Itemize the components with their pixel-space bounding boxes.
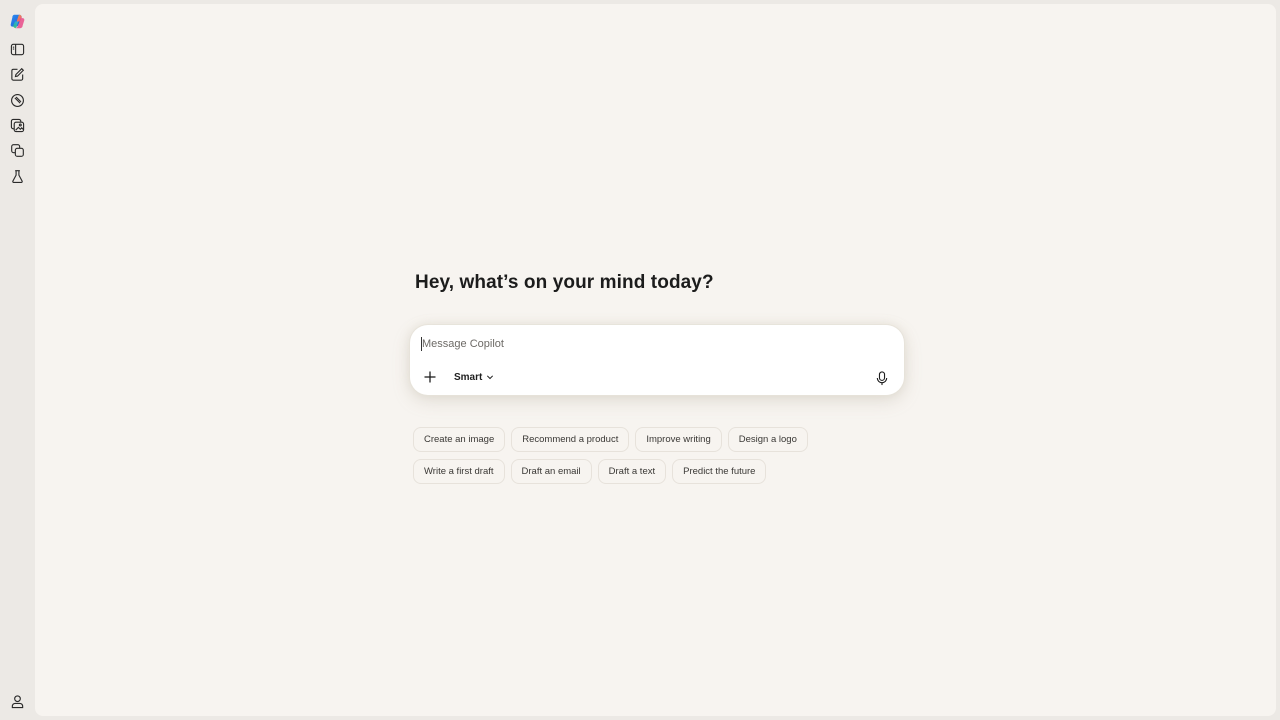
message-composer: Smart [410, 325, 904, 395]
suggestion-row: Write a first draft Draft an email Draft… [413, 459, 933, 484]
pages-icon[interactable] [7, 140, 27, 160]
message-input[interactable] [422, 335, 862, 353]
sidebar-toggle-icon[interactable] [7, 39, 27, 59]
suggestion-recommend-product[interactable]: Recommend a product [511, 427, 630, 452]
copilot-logo-icon[interactable] [8, 12, 26, 30]
suggestion-chips: Create an image Recommend a product Impr… [413, 427, 933, 491]
suggestion-predict-future[interactable]: Predict the future [672, 459, 767, 484]
new-chat-icon[interactable] [7, 64, 27, 84]
discover-icon[interactable] [7, 90, 27, 110]
suggestion-write-first-draft[interactable]: Write a first draft [413, 459, 505, 484]
main-panel: Hey, what’s on your mind today? Smart [35, 4, 1276, 716]
suggestion-create-image[interactable]: Create an image [413, 427, 506, 452]
suggestion-design-logo[interactable]: Design a logo [727, 427, 808, 452]
plus-icon [424, 371, 436, 383]
page-greeting: Hey, what’s on your mind today? [415, 272, 714, 293]
suggestion-draft-text[interactable]: Draft a text [597, 459, 667, 484]
suggestion-improve-writing[interactable]: Improve writing [635, 427, 722, 452]
chevron-down-icon [487, 375, 494, 380]
suggestion-draft-email[interactable]: Draft an email [510, 459, 592, 484]
labs-icon[interactable] [7, 166, 27, 186]
sidebar-rail [0, 0, 34, 720]
mode-selector-button[interactable]: Smart [448, 367, 500, 387]
suggestion-row: Create an image Recommend a product Impr… [413, 427, 933, 452]
mode-label: Smart [454, 371, 483, 383]
microphone-button[interactable] [872, 368, 892, 388]
profile-icon[interactable] [7, 691, 27, 711]
copilot-app: Hey, what’s on your mind today? Smart [0, 0, 1280, 720]
add-attachment-button[interactable] [420, 367, 440, 387]
microphone-icon [876, 370, 888, 385]
imagine-icon[interactable] [7, 115, 27, 135]
